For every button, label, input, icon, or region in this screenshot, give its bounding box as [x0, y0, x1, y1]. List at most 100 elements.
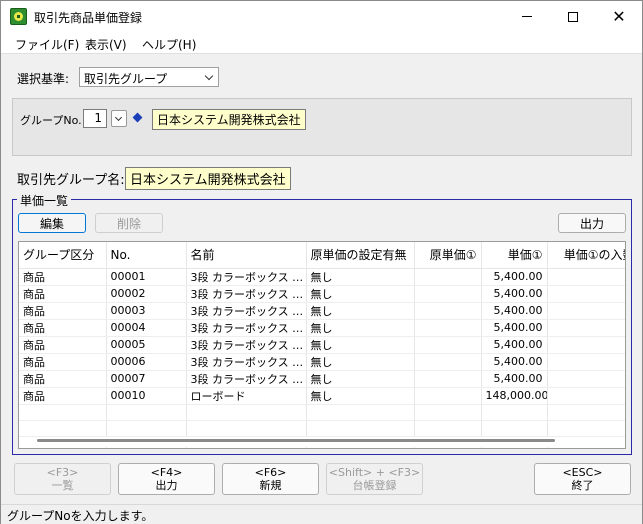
- footer-output-button[interactable]: <F4> 出力: [118, 463, 215, 495]
- new-label: 新規: [259, 479, 282, 492]
- cell-no: 00005: [106, 336, 187, 354]
- table-row[interactable]: 商品 00005 3段 カラーボックス … 無し 5,400.00 1: [19, 336, 625, 354]
- table-row[interactable]: 商品 00002 3段 カラーボックス … 無し 5,400.00 1: [19, 285, 625, 303]
- column-header-name[interactable]: 名前: [186, 242, 307, 269]
- horizontal-scrollbar[interactable]: [19, 437, 625, 447]
- cell-name: 3段 カラーボックス …: [186, 268, 307, 286]
- list-button[interactable]: <F3> 一覧: [14, 463, 111, 495]
- title-bar: 取引先商品単価登録 ✕: [1, 1, 642, 32]
- cell-name: 3段 カラーボックス …: [186, 285, 307, 303]
- table-row-empty: [19, 420, 625, 437]
- column-header-group-type[interactable]: グループ区分: [19, 242, 107, 269]
- footer-output-label: 出力: [155, 479, 178, 492]
- main-window: 取引先商品単価登録 ✕ ファイル(F) 表示(V) ヘルプ(H) 選択基準: 取…: [0, 0, 643, 524]
- cell-unit-quantity: 1: [547, 370, 625, 388]
- cell-cost-price: [414, 319, 482, 337]
- cell-unit-price: 5,400.00: [481, 353, 548, 371]
- column-header-unit-price[interactable]: 単価①: [481, 242, 548, 269]
- edit-button[interactable]: 編集: [18, 213, 86, 233]
- cell-unit-quantity: 1: [547, 319, 625, 337]
- cell-unit-quantity: 1: [547, 387, 625, 405]
- cell-group-type: 商品: [19, 353, 107, 371]
- cell-unit-price: 5,400.00: [481, 302, 548, 320]
- cell-group-type: 商品: [19, 302, 107, 320]
- table-row[interactable]: 商品 00010 ローボード 無し 148,000.00 1: [19, 387, 625, 405]
- cell-no: 00007: [106, 370, 187, 388]
- ledger-label: 台帳登録: [352, 479, 397, 492]
- cell-unit-price: 5,400.00: [481, 268, 548, 286]
- status-bar: グループNoを入力します。: [1, 504, 642, 524]
- menu-view[interactable]: 表示(V): [85, 36, 127, 53]
- column-header-cost-price[interactable]: 原単価①: [414, 242, 482, 269]
- minimize-button[interactable]: [504, 1, 550, 32]
- cell-cost-setting: 無し: [306, 336, 415, 354]
- group-dropdown-button[interactable]: [111, 110, 127, 127]
- table-row-empty: [19, 404, 625, 421]
- exit-button[interactable]: <ESC> 終了: [534, 463, 631, 495]
- list-key: <F3>: [46, 466, 79, 479]
- cell-unit-price: 148,000.00: [481, 387, 548, 405]
- cell-cost-setting: 無し: [306, 387, 415, 405]
- column-header-no[interactable]: No.: [106, 242, 187, 269]
- cell-cost-price: [414, 336, 482, 354]
- table-row[interactable]: 商品 00006 3段 カラーボックス … 無し 5,400.00 1: [19, 353, 625, 371]
- list-label: 一覧: [51, 479, 74, 492]
- scrollbar-thumb[interactable]: [37, 439, 555, 442]
- table-row[interactable]: 商品 00007 3段 カラーボックス … 無し 5,400.00 1: [19, 370, 625, 388]
- cell-name: 3段 カラーボックス …: [186, 336, 307, 354]
- price-list-title: 単価一覧: [17, 192, 72, 209]
- group-number-input[interactable]: 1: [83, 109, 107, 128]
- ledger-register-button[interactable]: <Shift> + <F3> 台帳登録: [326, 463, 423, 495]
- selection-label: 選択基準:: [17, 72, 70, 86]
- cell-no: 00002: [106, 285, 187, 303]
- group-name-label: 取引先グループ名:: [17, 173, 125, 188]
- cell-unit-quantity: 1: [547, 302, 625, 320]
- group-name-value: 日本システム開発株式会社: [125, 167, 291, 190]
- menu-file[interactable]: ファイル(F): [15, 36, 79, 53]
- ledger-key: <Shift> + <F3>: [328, 466, 421, 479]
- new-key: <F6>: [254, 466, 287, 479]
- cell-cost-setting: 無し: [306, 353, 415, 371]
- table-header-row: グループ区分 No. 名前 原単価の設定有無 原単価① 単価① 単価①の入数: [19, 242, 625, 269]
- menu-help[interactable]: ヘルプ(H): [142, 36, 196, 53]
- exit-key: <ESC>: [562, 466, 603, 479]
- cell-no: 00004: [106, 319, 187, 337]
- price-grid: グループ区分 No. 名前 原単価の設定有無 原単価① 単価① 単価①の入数 商…: [19, 242, 625, 448]
- chevron-down-icon: [114, 113, 123, 122]
- cell-no: 00006: [106, 353, 187, 371]
- selection-value: 取引先グループ: [84, 72, 168, 86]
- table-row[interactable]: 商品 00001 3段 カラーボックス … 無し 5,400.00 1: [19, 268, 625, 286]
- cell-cost-price: [414, 268, 482, 286]
- cell-name: 3段 カラーボックス …: [186, 302, 307, 320]
- cell-cost-price: [414, 302, 482, 320]
- cell-cost-price: [414, 285, 482, 303]
- cell-name: 3段 カラーボックス …: [186, 370, 307, 388]
- cell-unit-quantity: 1: [547, 285, 625, 303]
- cell-name: 3段 カラーボックス …: [186, 353, 307, 371]
- table-row[interactable]: 商品 00003 3段 カラーボックス … 無し 5,400.00 1: [19, 302, 625, 320]
- group-search-button[interactable]: [130, 110, 146, 127]
- cell-unit-price: 5,400.00: [481, 319, 548, 337]
- column-header-cost-setting[interactable]: 原単価の設定有無: [306, 242, 415, 269]
- app-icon: [10, 8, 27, 25]
- menu-bar: ファイル(F) 表示(V) ヘルプ(H): [1, 32, 642, 54]
- cell-unit-quantity: 1: [547, 336, 625, 354]
- chevron-down-icon: [204, 71, 214, 81]
- cell-group-type: 商品: [19, 319, 107, 337]
- price-table[interactable]: グループ区分 No. 名前 原単価の設定有無 原単価① 単価① 単価①の入数 商…: [18, 241, 626, 449]
- exit-label: 終了: [571, 479, 594, 492]
- new-button[interactable]: <F6> 新規: [222, 463, 319, 495]
- cell-unit-price: 5,400.00: [481, 285, 548, 303]
- cell-no: 00010: [106, 387, 187, 405]
- cell-group-type: 商品: [19, 387, 107, 405]
- maximize-button[interactable]: [550, 1, 596, 32]
- selection-combo[interactable]: 取引先グループ: [79, 67, 219, 87]
- window-title: 取引先商品単価登録: [34, 11, 143, 25]
- column-header-unit-quantity[interactable]: 単価①の入数: [547, 242, 625, 269]
- delete-button[interactable]: 削除: [95, 213, 163, 233]
- close-button[interactable]: ✕: [596, 1, 642, 32]
- cell-cost-setting: 無し: [306, 302, 415, 320]
- table-row[interactable]: 商品 00004 3段 カラーボックス … 無し 5,400.00 1: [19, 319, 625, 337]
- footer-output-key: <F4>: [150, 466, 183, 479]
- output-button[interactable]: 出力: [558, 213, 626, 233]
